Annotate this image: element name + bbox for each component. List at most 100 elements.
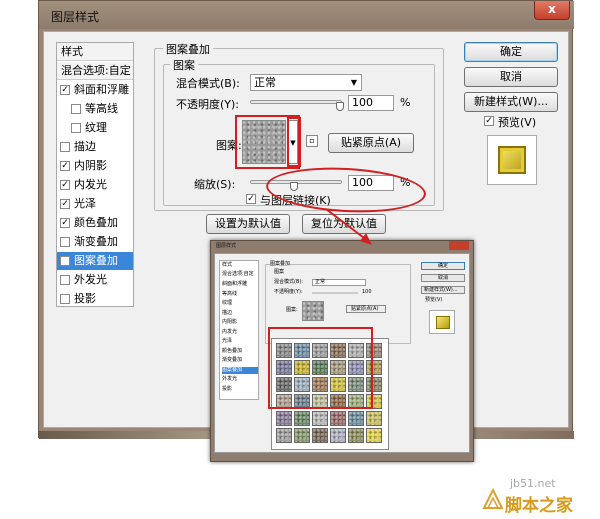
inset-opacity-label: 不透明度(Y): bbox=[274, 289, 303, 295]
scale-label: 缩放(S): bbox=[194, 178, 236, 191]
watermark-site: jb51.net bbox=[510, 477, 556, 490]
style-list-item-label: 外发光 bbox=[74, 273, 107, 286]
set-default-button[interactable]: 设置为默认值 bbox=[206, 214, 290, 234]
style-list-item[interactable]: 投影 bbox=[57, 290, 133, 308]
style-checkbox[interactable]: ✓ bbox=[60, 161, 70, 171]
new-preset-icon[interactable]: ▫ bbox=[306, 135, 318, 147]
highlight-pattern-arrow bbox=[287, 117, 301, 167]
pattern-preset-swatch bbox=[348, 411, 364, 426]
style-list-item-label: 描边 bbox=[74, 140, 96, 153]
inset-opacity-track bbox=[312, 292, 358, 294]
inset-style-item: 纹理 bbox=[222, 300, 233, 306]
pattern-preset-swatch bbox=[312, 428, 328, 443]
opacity-input[interactable]: 100 bbox=[348, 95, 394, 111]
style-checkbox[interactable] bbox=[71, 104, 81, 114]
style-list-item-label: 内发光 bbox=[74, 178, 107, 191]
title-bar[interactable]: 图层样式 x bbox=[39, 1, 574, 29]
inset-style-item: 斜面和浮雕 bbox=[222, 281, 248, 287]
inset-title: 图层样式 bbox=[216, 243, 237, 249]
pattern-preset-swatch bbox=[294, 411, 310, 426]
pattern-preset-swatch bbox=[276, 411, 292, 426]
new-style-button[interactable]: 新建样式(W)... bbox=[464, 92, 558, 112]
pattern-preset-swatch bbox=[366, 428, 382, 443]
style-list-item[interactable]: 渐变叠加 bbox=[57, 233, 133, 251]
blend-mode-select[interactable]: 正常 ▼ bbox=[250, 74, 362, 91]
style-checkbox[interactable] bbox=[60, 294, 70, 304]
inset-blend-options: 混合选项:自定 bbox=[222, 271, 254, 277]
style-checkbox[interactable] bbox=[60, 237, 70, 247]
inset-blend-label: 混合模式(B): bbox=[274, 279, 304, 285]
close-button[interactable]: x bbox=[534, 1, 570, 20]
inset-opacity-value: 100 bbox=[362, 289, 372, 295]
preview-swatch bbox=[498, 146, 526, 174]
inset-close-icon bbox=[449, 241, 469, 250]
opacity-unit: % bbox=[400, 96, 411, 109]
style-checkbox[interactable] bbox=[71, 123, 81, 133]
style-list-item-label: 颜色叠加 bbox=[74, 216, 118, 229]
style-checkbox[interactable]: ✓ bbox=[60, 199, 70, 209]
preview-label: 预览(V) bbox=[498, 116, 537, 129]
inset-style-item: 颜色叠加 bbox=[222, 347, 243, 354]
style-list-item-label: 内阴影 bbox=[74, 159, 107, 172]
pattern-preset-swatch bbox=[330, 428, 346, 443]
style-checkbox[interactable] bbox=[60, 142, 70, 152]
style-list-item[interactable]: ✓ 内阴影 bbox=[57, 157, 133, 175]
style-preview bbox=[487, 135, 537, 185]
inset-style-list: 样式 混合选项:自定 斜面和浮雕 等高线 纹理 描边 内阴影 内发光 光泽 颜色叠加 渐变叠加图… bbox=[219, 260, 259, 400]
style-list-item[interactable]: 描边 bbox=[57, 138, 133, 156]
style-list-item[interactable]: 纹理 bbox=[57, 119, 133, 137]
style-list-item[interactable]: ✓ 图案叠加 bbox=[57, 252, 133, 270]
pattern-preset-swatch bbox=[276, 428, 292, 443]
watermark-logo-icon bbox=[482, 488, 504, 509]
style-list-item[interactable]: ✓ 颜色叠加 bbox=[57, 214, 133, 232]
style-list-item[interactable]: 外发光 bbox=[57, 271, 133, 289]
inset-style-item: 等高线 bbox=[222, 290, 238, 297]
style-checkbox[interactable]: ✓ bbox=[60, 218, 70, 228]
inset-blend-select: 正常 bbox=[312, 279, 366, 286]
link-checkbox[interactable]: ✓ bbox=[246, 194, 256, 204]
style-list-header[interactable]: 样式 bbox=[57, 43, 133, 61]
pattern-preset-swatch bbox=[330, 411, 346, 426]
opacity-slider-thumb[interactable] bbox=[336, 102, 344, 111]
inset-preview-swatch bbox=[436, 316, 450, 329]
style-list-item-label: 投影 bbox=[74, 292, 96, 305]
style-list: 样式 混合选项:自定 ✓ 斜面和浮雕等高线纹理描边 ✓ 内阴影 ✓ 内发光 ✓ 光泽 ✓ 颜色叠加… bbox=[56, 42, 134, 307]
annotation-arrow bbox=[325, 208, 372, 245]
pattern-overlay-title: 图案叠加 bbox=[163, 41, 213, 57]
inset-style-header: 样式 bbox=[222, 262, 233, 268]
cancel-button[interactable]: 取消 bbox=[464, 67, 558, 87]
style-list-item-label: 斜面和浮雕 bbox=[74, 83, 129, 96]
style-list-blend-options[interactable]: 混合选项:自定 bbox=[57, 62, 133, 80]
inset-style-item: 渐变叠加 bbox=[222, 357, 243, 363]
pattern-preset-swatch bbox=[312, 411, 328, 426]
style-list-item[interactable]: ✓ 光泽 bbox=[57, 195, 133, 213]
style-checkbox[interactable]: ✓ bbox=[60, 85, 70, 95]
opacity-label: 不透明度(Y): bbox=[176, 98, 240, 111]
style-list-item-label: 渐变叠加 bbox=[74, 235, 118, 248]
pattern-preset-swatch bbox=[348, 428, 364, 443]
style-list-item[interactable]: ✓ 内发光 bbox=[57, 176, 133, 194]
inset-ok-button: 确定 bbox=[421, 262, 465, 270]
style-checkbox[interactable]: ✓ bbox=[60, 256, 70, 266]
style-checkbox[interactable]: ✓ bbox=[60, 180, 70, 190]
style-list-item[interactable]: 等高线 bbox=[57, 100, 133, 118]
inset-style-item: 外发光 bbox=[222, 376, 238, 382]
style-list-item[interactable]: ✓ 斜面和浮雕 bbox=[57, 81, 133, 99]
style-list-item-label: 光泽 bbox=[74, 197, 96, 210]
preview-checkbox[interactable]: ✓ bbox=[484, 116, 494, 126]
ok-button[interactable]: 确定 bbox=[464, 42, 558, 62]
inset-style-item: 内发光 bbox=[222, 328, 238, 335]
blend-mode-label: 混合模式(B): bbox=[176, 77, 240, 90]
inset-cancel-button: 取消 bbox=[421, 274, 465, 282]
watermark-name: 脚本之家 bbox=[505, 496, 573, 516]
inset-pattern-label: 图案: bbox=[286, 307, 298, 313]
inset-style-item: 内阴影 bbox=[222, 319, 238, 325]
opacity-slider-track[interactable] bbox=[250, 100, 342, 104]
inset-new-style-button: 新建样式(W)... bbox=[421, 286, 465, 294]
style-list-item-label: 图案叠加 bbox=[74, 254, 118, 267]
style-list-item-label: 纹理 bbox=[85, 121, 107, 134]
inset-snap-button: 贴紧原点(A) bbox=[346, 305, 386, 313]
inset-style-item: 图案叠加 bbox=[222, 366, 258, 374]
snap-to-origin-button[interactable]: 贴紧原点(A) bbox=[328, 133, 414, 153]
style-checkbox[interactable] bbox=[60, 275, 70, 285]
